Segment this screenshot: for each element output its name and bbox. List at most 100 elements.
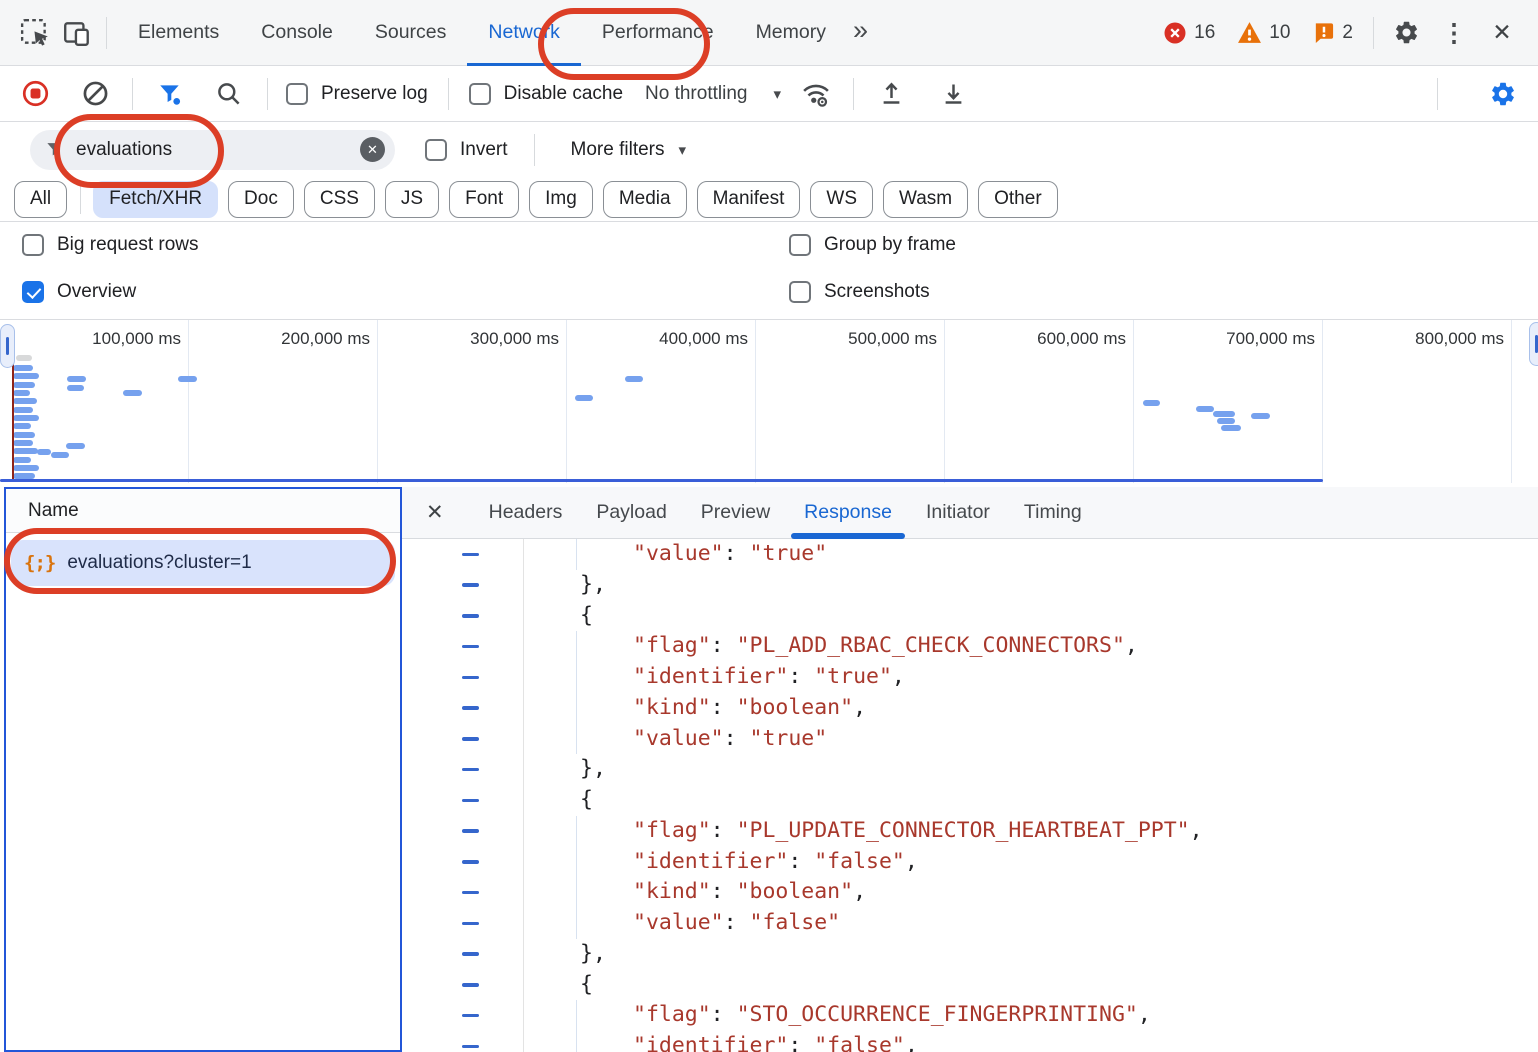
main-tab-performance[interactable]: Performance bbox=[581, 0, 735, 66]
gutter-fold-marker[interactable] bbox=[462, 1014, 479, 1018]
overview-checkbox[interactable]: Overview bbox=[22, 281, 136, 303]
gutter-fold-marker[interactable] bbox=[462, 891, 479, 895]
gutter-fold-marker[interactable] bbox=[462, 706, 479, 710]
clear-filter-icon[interactable]: ✕ bbox=[360, 137, 385, 162]
gutter-fold-marker[interactable] bbox=[462, 676, 479, 680]
close-devtools-icon[interactable]: ✕ bbox=[1480, 11, 1524, 55]
type-filter-ws[interactable]: WS bbox=[810, 181, 873, 218]
type-filter-css[interactable]: CSS bbox=[304, 181, 375, 218]
type-filter-media[interactable]: Media bbox=[603, 181, 687, 218]
type-filter-fetch-xhr[interactable]: Fetch/XHR bbox=[93, 181, 218, 218]
settings-gear-icon[interactable] bbox=[1384, 11, 1428, 55]
record-network-log-icon[interactable] bbox=[14, 73, 56, 115]
big-request-rows-checkbox[interactable]: Big request rows bbox=[22, 234, 199, 256]
gutter-fold-marker[interactable] bbox=[462, 583, 479, 587]
invert-filter-checkbox[interactable]: Invert bbox=[425, 139, 508, 161]
response-line: "flag": "PL_ADD_RBAC_CHECK_CONNECTORS", bbox=[402, 631, 1538, 662]
preserve-log-checkbox[interactable]: Preserve log bbox=[286, 83, 428, 105]
inspect-element-icon[interactable] bbox=[14, 12, 56, 54]
details-tab-timing[interactable]: Timing bbox=[1007, 487, 1099, 539]
kebab-menu-icon[interactable]: ⋮ bbox=[1432, 11, 1476, 55]
gutter-fold-marker[interactable] bbox=[462, 768, 479, 772]
response-line: "value": "true" bbox=[402, 539, 1538, 570]
request-row-selected[interactable]: {;} evaluations?cluster=1 bbox=[11, 540, 395, 586]
screenshots-box[interactable] bbox=[789, 281, 811, 303]
response-viewer[interactable]: "value": "true"},{"flag": "PL_ADD_RBAC_C… bbox=[402, 539, 1538, 1052]
type-filter-doc[interactable]: Doc bbox=[228, 181, 294, 218]
throttling-caret-icon[interactable]: ▾ bbox=[773, 85, 781, 103]
disable-cache-checkbox[interactable]: Disable cache bbox=[469, 83, 623, 105]
timeline-section: 200,000 ms bbox=[189, 320, 378, 483]
timeline-request-bar bbox=[66, 443, 85, 449]
type-filter-js[interactable]: JS bbox=[385, 181, 439, 218]
gutter-fold-marker[interactable] bbox=[462, 645, 479, 649]
main-tab-memory[interactable]: Memory bbox=[735, 0, 847, 66]
timeline-tick-label: 800,000 ms bbox=[1415, 329, 1504, 349]
more-tabs-icon[interactable]: » bbox=[847, 15, 878, 50]
clear-network-log-icon[interactable] bbox=[74, 73, 116, 115]
overview-left-handle[interactable] bbox=[0, 324, 15, 368]
gutter-fold-marker[interactable] bbox=[462, 799, 479, 803]
timeline-tick-label: 100,000 ms bbox=[92, 329, 181, 349]
type-filter-manifest[interactable]: Manifest bbox=[697, 181, 801, 218]
group-by-frame-box[interactable] bbox=[789, 234, 811, 256]
gutter-fold-marker[interactable] bbox=[462, 1045, 479, 1049]
preserve-log-label: Preserve log bbox=[321, 83, 428, 105]
gutter-fold-marker[interactable] bbox=[462, 922, 479, 926]
gutter-fold-marker[interactable] bbox=[462, 952, 479, 956]
request-details-panel: ✕ HeadersPayloadPreviewResponseInitiator… bbox=[402, 487, 1538, 1052]
main-tab-network[interactable]: Network bbox=[467, 0, 581, 66]
screenshots-checkbox[interactable]: Screenshots bbox=[789, 281, 930, 303]
details-tab-preview[interactable]: Preview bbox=[684, 487, 787, 539]
export-har-icon[interactable] bbox=[932, 73, 974, 115]
search-network-icon[interactable] bbox=[207, 73, 249, 115]
issues-badge[interactable]: 2 bbox=[1312, 21, 1353, 44]
gutter-fold-marker[interactable] bbox=[462, 860, 479, 864]
response-line: { bbox=[402, 970, 1538, 1001]
network-overview-timeline[interactable]: 100,000 ms200,000 ms300,000 ms400,000 ms… bbox=[0, 320, 1538, 483]
network-settings-gear-icon[interactable] bbox=[1482, 73, 1524, 115]
network-view-options: Big request rows Group by frame Overview… bbox=[0, 222, 1538, 320]
overview-box[interactable] bbox=[22, 281, 44, 303]
group-by-frame-checkbox[interactable]: Group by frame bbox=[789, 234, 956, 256]
invert-checkbox-box[interactable] bbox=[425, 139, 447, 161]
device-toolbar-icon[interactable] bbox=[56, 12, 98, 54]
gutter-fold-marker[interactable] bbox=[462, 553, 479, 557]
throttling-select[interactable]: No throttling bbox=[645, 83, 747, 105]
gutter-fold-marker[interactable] bbox=[462, 829, 479, 833]
timeline-section: 400,000 ms bbox=[567, 320, 756, 483]
type-filter-wasm[interactable]: Wasm bbox=[883, 181, 968, 218]
main-tab-console[interactable]: Console bbox=[240, 0, 354, 66]
big-request-rows-box[interactable] bbox=[22, 234, 44, 256]
type-filter-font[interactable]: Font bbox=[449, 181, 519, 218]
main-tab-elements[interactable]: Elements bbox=[117, 0, 240, 66]
import-har-icon[interactable] bbox=[870, 73, 912, 115]
details-tab-payload[interactable]: Payload bbox=[579, 487, 683, 539]
response-line: "value": "true" bbox=[402, 724, 1538, 755]
console-errors-badge[interactable]: 16 bbox=[1163, 21, 1215, 45]
filter-input[interactable]: evaluations ✕ bbox=[30, 130, 395, 170]
type-filter-other[interactable]: Other bbox=[978, 181, 1058, 218]
gutter-fold-marker[interactable] bbox=[462, 614, 479, 618]
timeline-request-bar bbox=[575, 395, 593, 401]
filter-funnel-icon bbox=[45, 140, 64, 159]
gutter-fold-marker[interactable] bbox=[462, 983, 479, 987]
type-filter-all[interactable]: All bbox=[14, 181, 67, 218]
name-column-header[interactable]: Name bbox=[6, 489, 400, 533]
more-filters-button[interactable]: More filters ▾ bbox=[571, 139, 687, 161]
disable-cache-checkbox-box[interactable] bbox=[469, 83, 491, 105]
details-tab-initiator[interactable]: Initiator bbox=[909, 487, 1007, 539]
preserve-log-checkbox-box[interactable] bbox=[286, 83, 308, 105]
network-conditions-icon[interactable] bbox=[795, 73, 837, 115]
main-tab-sources[interactable]: Sources bbox=[354, 0, 468, 66]
timeline-section: 600,000 ms bbox=[945, 320, 1134, 483]
name-column-label: Name bbox=[28, 500, 79, 522]
filter-toggle-icon[interactable] bbox=[149, 73, 191, 115]
gutter-fold-marker[interactable] bbox=[462, 737, 479, 741]
overview-right-handle[interactable] bbox=[1529, 322, 1538, 366]
details-tab-response[interactable]: Response bbox=[787, 487, 909, 539]
console-warnings-badge[interactable]: 10 bbox=[1237, 21, 1290, 44]
close-details-icon[interactable]: ✕ bbox=[426, 500, 444, 525]
type-filter-img[interactable]: Img bbox=[529, 181, 593, 218]
details-tab-headers[interactable]: Headers bbox=[472, 487, 580, 539]
